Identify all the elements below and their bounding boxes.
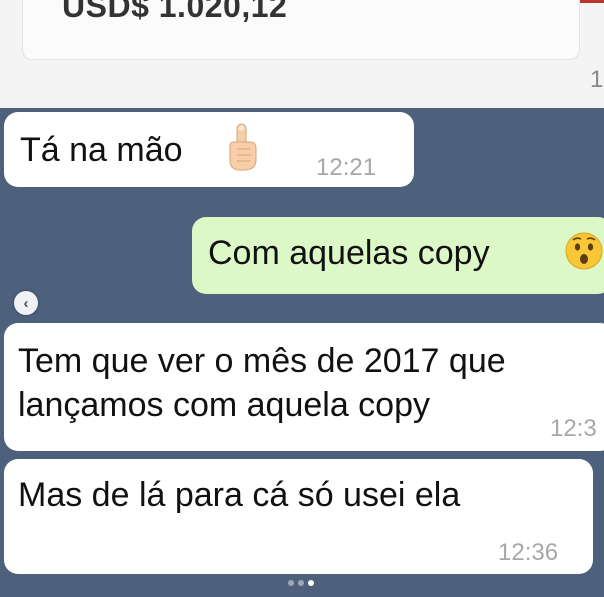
message-text-line: Tem que ver o mês de 2017 que <box>18 342 506 380</box>
message-bubble-incoming: Tem que ver o mês de 2017 que lançamos c… <box>4 323 604 451</box>
message-time: 12:36 <box>498 539 559 566</box>
carousel-dot[interactable] <box>288 580 294 586</box>
chevron-left-icon: ‹ <box>23 294 29 312</box>
previous-message-area: USD$ 1.020,12 1 <box>0 0 604 108</box>
message-text: Mas de lá para cá só usei ela <box>18 476 461 514</box>
message-time: 12:3 <box>550 415 597 442</box>
surprised-face-icon <box>565 232 603 270</box>
message-bubble-incoming: Tá na mão 12:21 <box>4 112 414 187</box>
message-bubble-outgoing: Com aquelas copy <box>192 217 604 294</box>
message-bubble-incoming: Mas de lá para cá só usei ela 12:36 <box>4 459 593 574</box>
carousel-dot-active[interactable] <box>308 580 314 586</box>
message-text-line: lançamos com aquela copy <box>18 386 431 424</box>
carousel-prev-button[interactable]: ‹ <box>14 291 38 315</box>
message-time: 12:21 <box>316 154 377 181</box>
instagram-carousel-post: USD$ 1.020,12 1 Tá na mão 12:21 Com aque… <box>0 0 604 597</box>
carousel-dot[interactable] <box>298 580 304 586</box>
carousel-dots <box>288 580 318 588</box>
message-text: Com aquelas copy <box>208 234 490 272</box>
balance-cut-digit: 1 <box>590 66 604 93</box>
pointing-up-hand-icon <box>229 123 257 171</box>
balance-amount: USD$ 1.020,12 <box>62 0 288 24</box>
message-text: Tá na mão <box>20 131 183 169</box>
